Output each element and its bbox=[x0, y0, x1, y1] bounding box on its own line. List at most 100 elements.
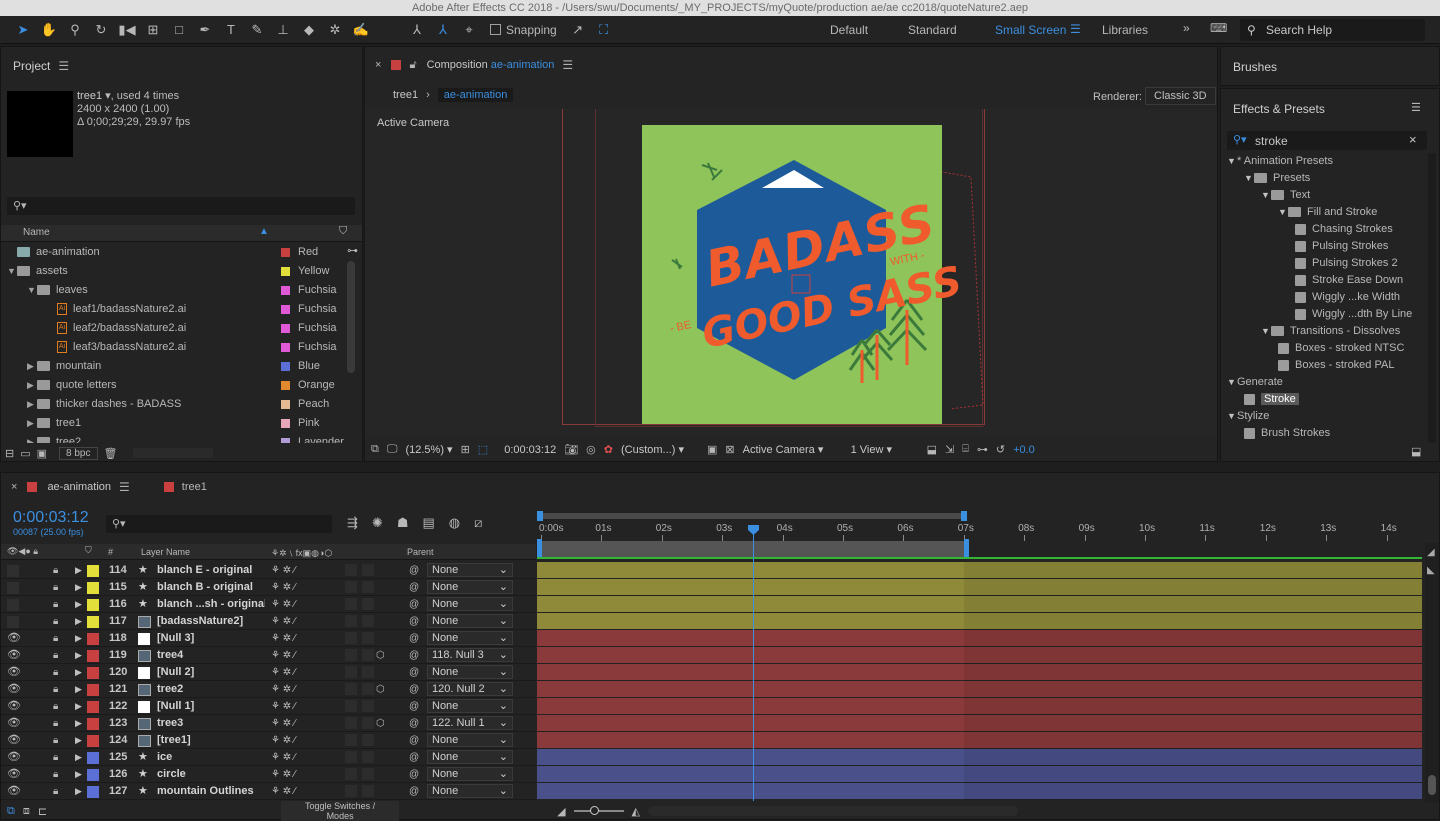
disclosure-triangle-icon[interactable]: ▶ bbox=[27, 357, 37, 376]
trash-icon[interactable]: 🗑 bbox=[104, 447, 118, 460]
disclosure-triangle-icon[interactable]: ▼ bbox=[1278, 204, 1288, 221]
timeline-tab-tree1[interactable]: tree1 bbox=[182, 481, 207, 493]
breadcrumb-current[interactable]: ae-animation bbox=[437, 88, 514, 102]
project-menu-icon[interactable]: ☰ bbox=[58, 59, 69, 73]
view-layout-dropdown[interactable]: 1 View ▾ bbox=[851, 443, 919, 456]
comp-viewer[interactable]: Active Camera BADASS GOOD SASS - BE WITH… bbox=[365, 109, 1217, 437]
roto-brush-tool-icon[interactable]: ✲ bbox=[324, 19, 346, 41]
timeline-menu-icon[interactable]: ☰ bbox=[119, 480, 130, 494]
in-out-icon[interactable]: ⊏ bbox=[38, 805, 47, 818]
timeline-search-input[interactable]: ⚲▾ bbox=[106, 515, 332, 533]
hand-tool-icon[interactable]: ✋ bbox=[38, 19, 60, 41]
show-snapshot-icon[interactable]: ◎ bbox=[586, 443, 596, 456]
zoom-tool-icon[interactable]: ⚲ bbox=[64, 19, 86, 41]
navigator-start-handle[interactable] bbox=[537, 511, 543, 521]
effects-tree-item[interactable]: Brush Strokes bbox=[1221, 425, 1427, 442]
transparency-grid-icon[interactable]: ⊠ bbox=[725, 443, 734, 456]
project-item[interactable]: Ai leaf2/badassNature2.ai Fuchsia bbox=[1, 319, 346, 338]
project-item[interactable]: ▶ thicker dashes - BADASS Peach bbox=[1, 395, 346, 414]
layer-switches-icon[interactable]: ⧉ bbox=[7, 805, 15, 818]
effects-tree-item[interactable]: ▼ Fill and Stroke bbox=[1221, 204, 1427, 221]
brushes-title[interactable]: Brushes bbox=[1233, 60, 1277, 74]
brush-tool-icon[interactable]: ✎ bbox=[246, 19, 268, 41]
workspace-default[interactable]: Default bbox=[830, 23, 868, 37]
search-help-input[interactable]: ⚲ Search Help bbox=[1240, 19, 1425, 41]
project-item[interactable]: ae-animation Red bbox=[1, 243, 346, 262]
label-header-icon[interactable]: ⛉ bbox=[85, 545, 92, 556]
monitor-preview-icon[interactable]: 🖵︎ bbox=[387, 443, 398, 456]
project-flowchart-icon[interactable]: ⊶ bbox=[347, 244, 358, 257]
workspace-libraries[interactable]: Libraries bbox=[1102, 23, 1148, 37]
sort-ascending-icon[interactable]: ▲ bbox=[259, 226, 269, 237]
effects-tree-item[interactable]: Wiggly ...ke Width bbox=[1221, 289, 1427, 306]
lock-icon[interactable]: 🔓︎ bbox=[409, 59, 416, 72]
effects-tree-item[interactable]: Chasing Strokes bbox=[1221, 221, 1427, 238]
zoom-in-icon[interactable]: ◭ bbox=[632, 805, 640, 818]
bpc-button[interactable]: 8 bpc bbox=[59, 446, 98, 460]
workspace-menu-icon[interactable]: ☰ bbox=[1070, 22, 1081, 36]
effects-tree-item[interactable]: Stroke bbox=[1221, 391, 1427, 408]
region-of-interest-icon[interactable]: ▣ bbox=[707, 443, 717, 456]
grid-options-icon[interactable]: ⊞ bbox=[461, 443, 470, 456]
disclosure-triangle-icon[interactable]: ▼ bbox=[1227, 408, 1237, 425]
camera-view-dropdown[interactable]: Active Camera ▾ bbox=[743, 443, 843, 456]
timeline-tab-ae-animation[interactable]: ae-animation bbox=[47, 481, 111, 493]
project-item[interactable]: ▶ mountain Blue bbox=[1, 357, 346, 376]
workspace-standard[interactable]: Standard bbox=[908, 23, 957, 37]
label-color-swatch[interactable] bbox=[281, 285, 290, 295]
close-comp-icon[interactable]: × bbox=[375, 59, 381, 71]
renderer-button[interactable]: Classic 3D bbox=[1145, 87, 1216, 105]
label-color-swatch[interactable] bbox=[281, 304, 290, 314]
label-color-swatch[interactable] bbox=[281, 266, 290, 276]
world-axis-icon[interactable]: ⅄ bbox=[432, 19, 454, 41]
graph-editor-icon[interactable]: ⧄ bbox=[474, 515, 482, 531]
close-timeline-icon[interactable]: × bbox=[11, 481, 17, 493]
effects-tree-item[interactable]: ▼Generate bbox=[1221, 374, 1427, 391]
effects-tree-item[interactable]: ▼* Animation Presets bbox=[1221, 153, 1427, 170]
effects-tree-item[interactable]: Boxes - stroked PAL bbox=[1221, 357, 1427, 374]
label-color-swatch[interactable] bbox=[281, 437, 290, 443]
rotate-tool-icon[interactable]: ↻ bbox=[90, 19, 112, 41]
type-tool-icon[interactable]: T bbox=[220, 19, 242, 41]
label-color-swatch[interactable] bbox=[281, 418, 290, 428]
mask-visibility-icon[interactable]: ⬚ bbox=[478, 443, 488, 456]
col-parent[interactable]: Parent bbox=[407, 547, 434, 557]
project-search-input[interactable]: ⚲▾ bbox=[7, 197, 355, 215]
effects-tree-item[interactable]: Boxes - stroked NTSC bbox=[1221, 340, 1427, 357]
snapping-checkbox[interactable] bbox=[490, 24, 501, 35]
new-folder-icon[interactable]: ▭ bbox=[20, 447, 30, 460]
color-channels-icon[interactable]: ✿ bbox=[604, 443, 613, 456]
timeline-timecode[interactable]: 0:00:03:12 bbox=[13, 509, 89, 527]
disclosure-triangle-icon[interactable]: ▼ bbox=[1227, 153, 1237, 170]
disclosure-triangle-icon[interactable]: ▶ bbox=[27, 376, 37, 395]
project-hscrollbar[interactable] bbox=[133, 448, 214, 458]
work-area-end[interactable] bbox=[964, 539, 969, 557]
project-scrollbar[interactable] bbox=[347, 261, 355, 373]
timeline-icon[interactable]: ⌸ bbox=[962, 443, 969, 456]
project-panel-title[interactable]: Project bbox=[13, 59, 50, 73]
snap-features-icon[interactable]: ↗ bbox=[567, 19, 589, 41]
project-item[interactable]: Ai leaf1/badassNature2.ai Fuchsia bbox=[1, 300, 346, 319]
effects-tree-item[interactable]: Stroke Ease Down bbox=[1221, 272, 1427, 289]
disclosure-triangle-icon[interactable]: ▼ bbox=[27, 281, 37, 300]
exposure-value[interactable]: +0.0 bbox=[1013, 444, 1035, 456]
av-features-icons[interactable]: 👁︎◀● 🔒︎ bbox=[7, 546, 38, 557]
view-axis-icon[interactable]: ⌖ bbox=[458, 19, 480, 41]
label-color-swatch[interactable] bbox=[281, 342, 290, 352]
fast-previews-icon[interactable]: ⇲ bbox=[945, 443, 954, 456]
time-navigator[interactable] bbox=[539, 513, 964, 519]
eraser-tool-icon[interactable]: ◆ bbox=[298, 19, 320, 41]
local-axis-icon[interactable]: ⅄ bbox=[406, 19, 428, 41]
col-number[interactable]: # bbox=[108, 547, 113, 557]
project-item[interactable]: ▼ leaves Fuchsia bbox=[1, 281, 346, 300]
motion-blur-icon[interactable]: ◍ bbox=[449, 515, 460, 531]
disclosure-triangle-icon[interactable]: ▼ bbox=[7, 262, 17, 281]
project-item[interactable]: ▶ tree2 Lavender bbox=[1, 433, 346, 443]
snapshot-icon[interactable]: 📷︎ bbox=[564, 443, 578, 456]
monitor-icon[interactable]: ⌨ bbox=[1210, 21, 1227, 35]
time-ruler[interactable]: 0:00s 01s 02s 03s 04s 05s 06s 07s 08s 09s 10s 11s 12… bbox=[537, 509, 1422, 559]
puppet-tool-icon[interactable]: ✍ bbox=[350, 19, 372, 41]
timeline-vscrollbar[interactable]: ◢ ◣ bbox=[1425, 543, 1439, 803]
effects-tree-item[interactable]: Wiggly ...dth By Line bbox=[1221, 306, 1427, 323]
disclosure-triangle-icon[interactable]: ▼ bbox=[1227, 374, 1237, 391]
